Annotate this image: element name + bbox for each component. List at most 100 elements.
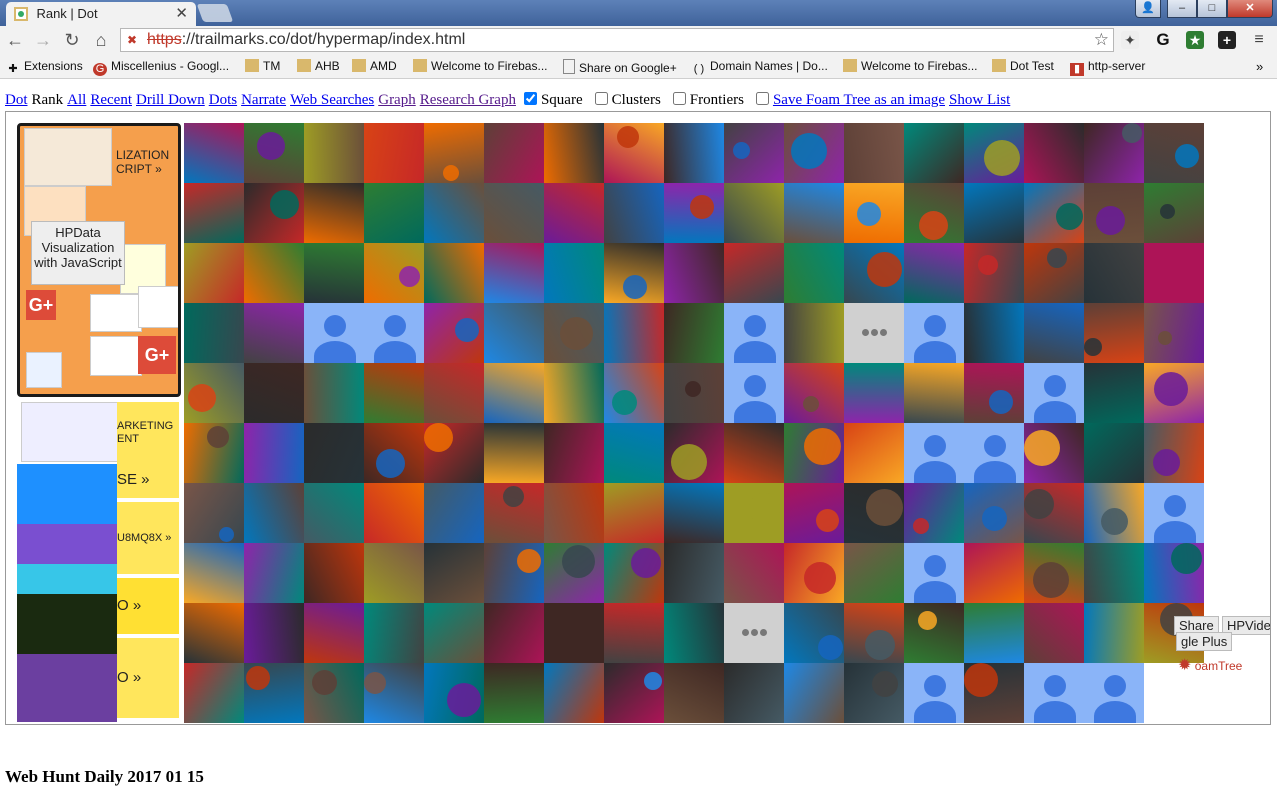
thumbnail[interactable] — [604, 603, 664, 663]
thumbnail[interactable] — [1084, 183, 1144, 243]
thumbnail[interactable] — [244, 363, 304, 423]
more-bookmarks-icon[interactable]: » — [1256, 59, 1263, 74]
thumbnail[interactable] — [604, 123, 664, 183]
thumbnail[interactable] — [844, 243, 904, 303]
thumbnail[interactable] — [964, 123, 1024, 183]
thumbnail[interactable] — [184, 363, 244, 423]
thumbnail[interactable] — [784, 243, 844, 303]
thumbnail[interactable] — [964, 243, 1024, 303]
thumbnail[interactable] — [844, 183, 904, 243]
thumbnail[interactable] — [904, 483, 964, 543]
thumbnail[interactable] — [424, 483, 484, 543]
thumbnail[interactable] — [904, 663, 964, 723]
thumbnail[interactable] — [304, 183, 364, 243]
clusters-checkbox[interactable] — [594, 92, 608, 105]
thumbnail[interactable] — [664, 123, 724, 183]
thumbnail[interactable] — [364, 483, 424, 543]
thumbnail[interactable] — [244, 183, 304, 243]
thumbnail[interactable] — [664, 303, 724, 363]
save-foam-tree-link[interactable]: Save Foam Tree as an image — [773, 92, 945, 108]
thumbnail[interactable] — [784, 483, 844, 543]
thumbnail[interactable] — [1084, 663, 1144, 723]
thumbnail[interactable] — [184, 423, 244, 483]
bookmark-item[interactable]: Share on Google+ — [563, 59, 677, 75]
thumbnail[interactable] — [484, 483, 544, 543]
thumbnail[interactable] — [184, 603, 244, 663]
frontiers-checkbox[interactable] — [672, 92, 686, 105]
extension-g-icon[interactable]: G — [1154, 31, 1172, 49]
thumbnail[interactable] — [304, 543, 364, 603]
thumbnail[interactable] — [904, 183, 964, 243]
extension-star-icon[interactable]: ★ — [1186, 31, 1204, 49]
thumbnail[interactable] — [604, 483, 664, 543]
address-bar[interactable]: ✖ https://trailmarks.co/dot/hypermap/ind… — [120, 28, 1114, 52]
thumbnail[interactable] — [1024, 183, 1084, 243]
thumbnail[interactable] — [964, 423, 1024, 483]
thumbnail[interactable] — [304, 243, 364, 303]
nav-drill-down-link[interactable]: Drill Down — [136, 92, 205, 108]
thumbnail[interactable] — [304, 483, 364, 543]
thumbnail[interactable] — [184, 483, 244, 543]
thumbnail[interactable] — [604, 303, 664, 363]
hypermap-canvas[interactable]: G+ G+ LIZATION CRIPT » HPData Visualizat… — [5, 111, 1271, 725]
square-checkbox[interactable] — [523, 92, 537, 105]
thumbnail[interactable] — [964, 183, 1024, 243]
thumbnail[interactable] — [1084, 543, 1144, 603]
thumbnail[interactable] — [844, 483, 904, 543]
thumbnail[interactable] — [604, 363, 664, 423]
thumbnail[interactable] — [604, 243, 664, 303]
thumbnail[interactable] — [304, 423, 364, 483]
thumbnail[interactable] — [364, 123, 424, 183]
thumbnail[interactable] — [724, 183, 784, 243]
thumbnail[interactable] — [1084, 423, 1144, 483]
thumbnail[interactable] — [184, 303, 244, 363]
nav-narrate-link[interactable]: Narrate — [241, 92, 286, 108]
thumbnail[interactable] — [724, 423, 784, 483]
thumbnail[interactable] — [904, 243, 964, 303]
thumbnail[interactable] — [844, 123, 904, 183]
thumbnail[interactable] — [724, 663, 784, 723]
thumbnail[interactable] — [424, 183, 484, 243]
thumbnail[interactable] — [364, 663, 424, 723]
close-tab-icon[interactable]: ✕ — [175, 4, 188, 22]
thumbnail[interactable] — [304, 303, 364, 363]
thumbnail[interactable] — [138, 286, 178, 328]
thumbnail[interactable] — [724, 543, 784, 603]
thumbnail[interactable] — [304, 663, 364, 723]
thumbnail[interactable] — [1144, 123, 1204, 183]
bookmark-item[interactable]: ✚ Extensions — [6, 59, 82, 76]
thumbnail[interactable] — [784, 603, 844, 663]
thumbnail[interactable] — [724, 303, 784, 363]
thumbnail[interactable] — [1084, 363, 1144, 423]
nav-dots-link[interactable]: Dots — [209, 92, 237, 108]
save-foam-checkbox[interactable] — [755, 92, 769, 105]
thumbnail[interactable] — [24, 128, 112, 186]
extension-bird-icon[interactable]: ✦ — [1121, 31, 1139, 49]
thumbnail[interactable] — [364, 543, 424, 603]
bookmark-item[interactable]: ▮ http-server — [1070, 59, 1145, 76]
thumbnail[interactable] — [1024, 363, 1084, 423]
thumbnail[interactable] — [1024, 303, 1084, 363]
thumbnail[interactable] — [604, 543, 664, 603]
thumbnail[interactable] — [784, 123, 844, 183]
thumbnail[interactable] — [244, 483, 304, 543]
thumbnail[interactable] — [964, 483, 1024, 543]
thumbnail[interactable] — [844, 603, 904, 663]
thumbnail[interactable] — [304, 363, 364, 423]
thumbnail[interactable] — [664, 603, 724, 663]
thumbnail[interactable] — [1144, 423, 1204, 483]
thumbnail[interactable] — [544, 363, 604, 423]
thumbnail[interactable] — [424, 423, 484, 483]
maximize-button[interactable]: □ — [1197, 0, 1227, 18]
thumbnail[interactable] — [844, 423, 904, 483]
thumbnail[interactable] — [664, 663, 724, 723]
extension-plus-icon[interactable]: + — [1218, 31, 1236, 49]
thumbnail[interactable] — [484, 243, 544, 303]
thumbnail[interactable] — [844, 363, 904, 423]
thumbnail[interactable] — [484, 663, 544, 723]
thumbnail[interactable] — [424, 123, 484, 183]
thumbnail[interactable] — [604, 663, 664, 723]
nav-all-link[interactable]: All — [67, 92, 86, 108]
thumbnail[interactable] — [484, 423, 544, 483]
thumbnail[interactable] — [544, 303, 604, 363]
